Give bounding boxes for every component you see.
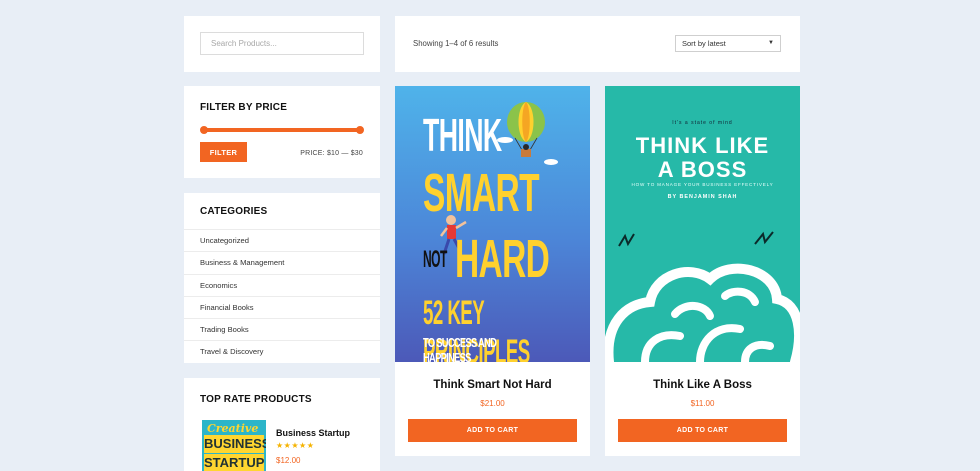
category-item-economics[interactable]: Economics	[184, 273, 380, 296]
cover-text-not: NOT	[423, 246, 447, 273]
product-title[interactable]: Think Smart Not Hard	[395, 379, 590, 391]
price-filter-title: FILTER BY PRICE	[200, 102, 288, 113]
product-title[interactable]: Think Like A Boss	[605, 379, 800, 391]
product-price: $11.00	[690, 399, 715, 408]
brain-icon	[605, 231, 800, 362]
top-rated-product-price: $12.00	[276, 456, 301, 465]
cover-text-think-like: THINK LIKE	[635, 133, 770, 158]
category-item-travel-discovery[interactable]: Travel & Discovery	[184, 340, 380, 362]
product-card: THINK SMART NOT HARD 52 KEY PRINCIPLES T…	[395, 86, 590, 456]
cover-text-tagline-top: It's a state of mind	[672, 120, 733, 126]
product-price: $21.00	[480, 399, 505, 408]
result-count: Showing 1–4 of 6 results	[413, 39, 499, 48]
categories-title: CATEGORIES	[200, 206, 268, 217]
sort-selected-label: Sort by latest	[682, 39, 726, 48]
category-item-uncategorized[interactable]: Uncategorized	[184, 229, 380, 251]
thumb-text-creative: Creative	[207, 422, 259, 435]
top-rated-product-name[interactable]: Business Startup	[276, 428, 350, 438]
price-slider-min-handle[interactable]	[200, 126, 208, 134]
cover-text-hard: HARD	[455, 229, 550, 289]
category-item-business-management[interactable]: Business & Management	[184, 251, 380, 273]
caret-down-icon: ▼	[768, 40, 774, 46]
cover-text-a-boss: A BOSS	[657, 157, 748, 182]
top-rated-title: TOP RATE PRODUCTS	[200, 394, 312, 405]
shop-toolbar: Showing 1–4 of 6 results Sort by latest …	[395, 16, 800, 72]
cover-text-think: THINK	[423, 109, 502, 161]
product-card: It's a state of mind THINK LIKE A BOSS H…	[605, 86, 800, 456]
category-item-financial-books[interactable]: Financial Books	[184, 295, 380, 318]
thumb-text-startup: STARTUP	[204, 453, 265, 471]
price-filter-widget: FILTER BY PRICE	[184, 86, 380, 178]
price-slider-max-handle[interactable]	[356, 126, 364, 134]
cover-text-subtitle: TO SUCCESS AND HAPPINESS	[423, 335, 497, 362]
star-rating-icon: ★★★★★	[276, 441, 315, 450]
categories-widget: CATEGORIES Uncategorized Business & Mana…	[184, 193, 380, 363]
product-cover-image[interactable]: It's a state of mind THINK LIKE A BOSS H…	[605, 86, 800, 362]
product-cover-image[interactable]: THINK SMART NOT HARD 52 KEY PRINCIPLES T…	[395, 86, 590, 362]
price-slider-track[interactable]	[204, 128, 360, 132]
thumb-text-business: BUSINESS	[204, 435, 266, 453]
cover-text-manage: HOW TO MANAGE YOUR BUSINESS EFFECTIVELY	[631, 182, 774, 187]
search-input[interactable]	[200, 32, 364, 55]
cover-text-author: BY BENJAMIN SHAH	[667, 194, 738, 200]
add-to-cart-button[interactable]: ADD TO CART	[408, 419, 577, 442]
categories-list: Uncategorized Business & Management Econ…	[184, 229, 380, 363]
cover-text-smart: SMART	[423, 163, 540, 223]
filter-button[interactable]: FILTER	[200, 142, 247, 162]
price-range-label: PRICE: $10 — $30	[300, 150, 363, 157]
add-to-cart-button[interactable]: ADD TO CART	[618, 419, 787, 442]
sort-select[interactable]: Sort by latest ▼	[675, 35, 781, 52]
top-rated-widget: TOP RATE PRODUCTS Creative BUSINESS STAR…	[184, 378, 380, 471]
category-item-trading-books[interactable]: Trading Books	[184, 318, 380, 340]
search-widget	[184, 16, 380, 72]
top-rated-thumbnail[interactable]: Creative BUSINESS STARTUP	[202, 420, 266, 471]
